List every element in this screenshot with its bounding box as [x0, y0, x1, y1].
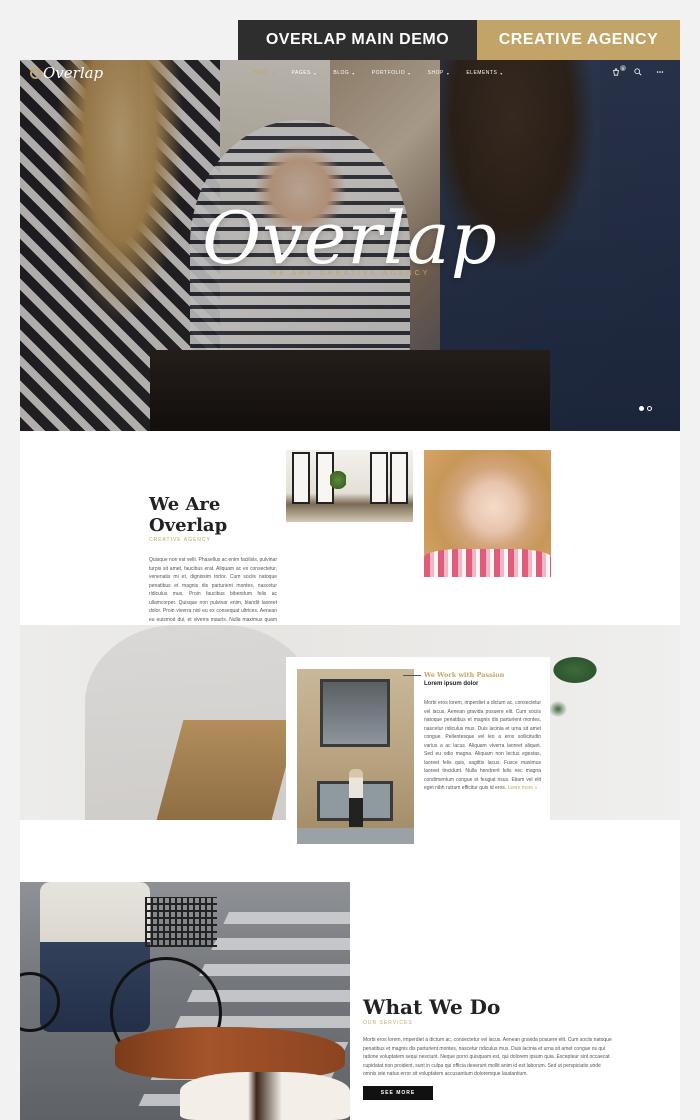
hero-slider: Overlap HOME ▾ PAGES ▾ BLOG ▾ PORTFOLIO ▾ SH…: [20, 60, 680, 431]
about-subtitle: CREATIVE AGENCY: [149, 537, 211, 543]
cart-count-badge: 0: [620, 65, 626, 71]
dress-pattern: [424, 549, 551, 577]
demo-ribbon: OVERLAP MAIN DEMO CREATIVE AGENCY: [238, 20, 680, 60]
building-window: [320, 679, 390, 747]
man-figure: [349, 769, 363, 827]
site-logo[interactable]: Overlap: [30, 64, 103, 82]
services-subtitle: OUR SERVICES: [363, 1020, 413, 1026]
work-card-subtitle: Lorem ipsum dolor: [424, 681, 479, 687]
plant-image: [330, 470, 346, 490]
cart-icon[interactable]: 0: [612, 65, 626, 78]
nav-item-blog[interactable]: BLOG ▾: [333, 70, 354, 76]
dog-beagle: [180, 1072, 350, 1120]
band-plant-image: [550, 655, 600, 685]
demo-category-label: CREATIVE AGENCY: [477, 20, 680, 60]
about-title-line2: Overlap: [149, 515, 228, 536]
nav-item-pages[interactable]: PAGES ▾: [292, 70, 317, 76]
nav-item-portfolio[interactable]: PORTFOLIO ▾: [372, 70, 411, 76]
logo-ring-icon: [30, 67, 41, 79]
work-card-text: Morbi eros lorem, imperdiet a dictum ac,…: [424, 699, 541, 793]
website-preview: Overlap HOME ▾ PAGES ▾ BLOG ▾ PORTFOLIO ▾ SH…: [20, 60, 680, 1120]
baby-hands-image: [424, 450, 551, 577]
work-card-title: We Work with Passion: [424, 671, 505, 679]
bike-basket: [145, 897, 217, 947]
chevron-down-icon: ▾: [500, 70, 503, 76]
band-plant-image-2: [548, 700, 568, 718]
nav-label: BLOG: [333, 70, 350, 76]
slider-pagination: [639, 406, 652, 411]
nav-label: SHOP: [427, 70, 444, 76]
search-icon[interactable]: [634, 68, 642, 78]
building-image: [297, 669, 414, 844]
services-text: Morbi eros lorem, imperdiet a dictum ac,…: [363, 1037, 612, 1077]
about-title: We Are Overlap: [149, 494, 227, 536]
nav-label: PORTFOLIO: [371, 70, 406, 76]
page: OVERLAP MAIN DEMO CREATIVE AGENCY Overla…: [0, 0, 700, 1120]
slider-dot-1[interactable]: [639, 406, 644, 411]
window-frame: [292, 452, 310, 504]
main-nav: HOME ▾ PAGES ▾ BLOG ▾ PORTFOLIO ▾ SHOP ▾ ELEM…: [252, 70, 520, 76]
sidewalk: [297, 828, 414, 844]
hero-title: Overlap: [202, 196, 498, 280]
see-more-button[interactable]: SEE MORE: [363, 1086, 433, 1100]
chevron-down-icon: ▾: [352, 70, 355, 76]
chevron-down-icon: ▾: [446, 70, 450, 76]
menu-dots-icon[interactable]: [656, 68, 664, 78]
work-card-body: Morbi eros lorem, imperdiet a dictum ac,…: [424, 700, 541, 791]
chevron-down-icon: ▾: [408, 70, 411, 76]
services-title: What We Do: [363, 995, 501, 1019]
nav-label: HOME: [252, 70, 269, 76]
chevron-down-icon: ▾: [313, 70, 317, 76]
chevron-down-icon: ▾: [272, 70, 275, 76]
about-title-line1: We Are: [149, 494, 221, 515]
nav-label: ELEMENTS: [466, 70, 498, 76]
slider-dot-2[interactable]: [647, 406, 652, 411]
logo-text: Overlap: [43, 64, 104, 82]
top-navbar: Overlap HOME ▾ PAGES ▾ BLOG ▾ PORTFOLIO ▾ SH…: [20, 60, 680, 88]
window-frame: [370, 452, 388, 504]
learn-more-link[interactable]: Learn more »: [508, 785, 538, 791]
nav-item-home[interactable]: HOME ▾: [252, 70, 275, 76]
hero-subtitle: WE ARE CREATIVE AGENCY: [269, 270, 431, 277]
dog-brown: [115, 1027, 345, 1079]
header-icons: 0: [612, 65, 664, 78]
demo-name-label: OVERLAP MAIN DEMO: [238, 20, 477, 60]
bike-dogs-image: [20, 882, 350, 1120]
nav-label: PAGES: [291, 70, 311, 76]
window-frame: [390, 452, 408, 504]
cafe-image: [286, 450, 413, 522]
nav-item-elements[interactable]: ELEMENTS ▾: [466, 70, 502, 76]
nav-item-shop[interactable]: SHOP ▾: [428, 70, 450, 76]
title-divider: [403, 675, 421, 676]
